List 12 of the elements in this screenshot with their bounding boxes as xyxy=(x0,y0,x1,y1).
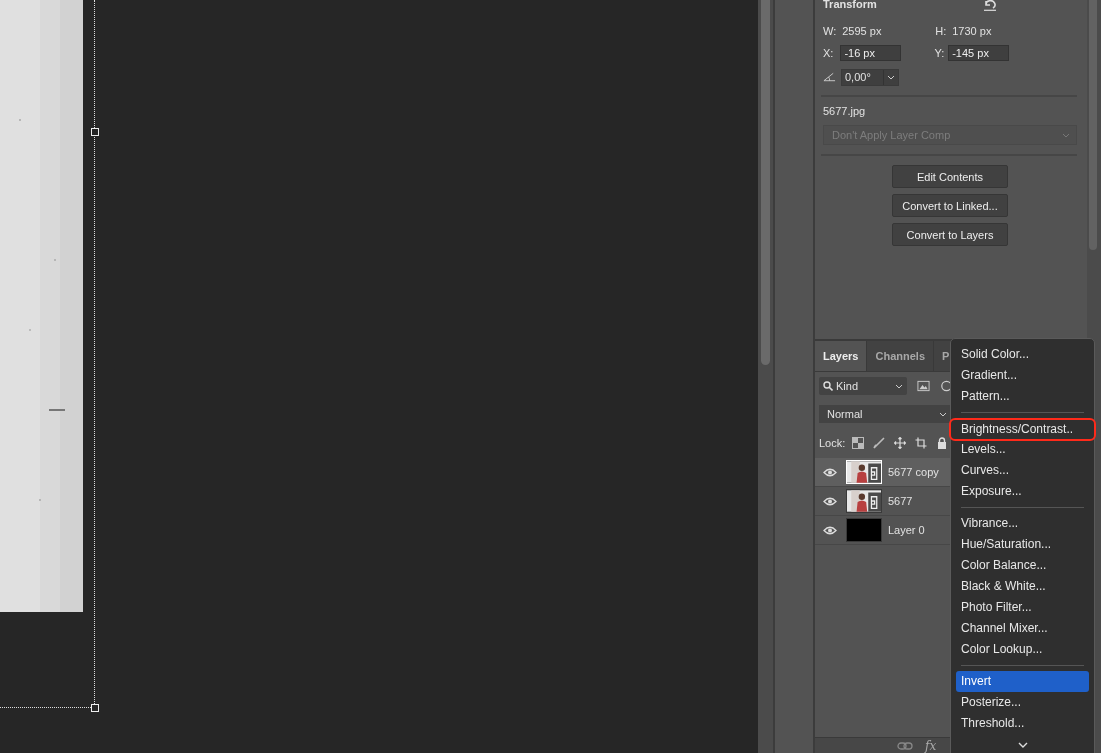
layer-name: 5677 copy xyxy=(888,466,939,478)
lock-label: Lock: xyxy=(819,437,846,449)
file-name: 5677.jpg xyxy=(823,105,867,119)
layer-name: 5677 xyxy=(888,495,913,507)
width-label: W: xyxy=(823,25,837,37)
layer-name: Layer 0 xyxy=(888,524,925,536)
y-label: Y: xyxy=(934,47,945,59)
height-label: H: xyxy=(935,25,947,37)
panel-title: Transform xyxy=(823,0,877,10)
height-value: 1730 px xyxy=(952,25,992,37)
x-label: X: xyxy=(823,47,834,59)
width-value: 2595 px xyxy=(842,25,883,37)
